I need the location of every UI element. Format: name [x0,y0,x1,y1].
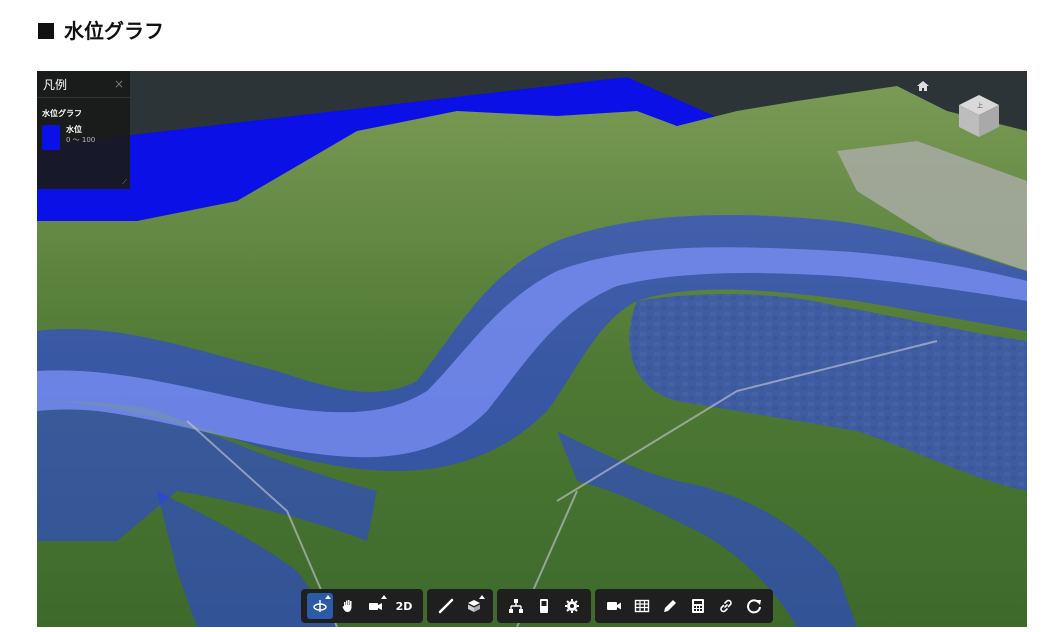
video-camera-icon [607,602,621,610]
link-icon [720,599,732,613]
device-button[interactable] [531,593,557,619]
legend-item: 水位 0 〜 100 [37,119,130,150]
legend-panel: 凡例 × 水位グラフ 水位 0 〜 100 ⟋ [37,71,130,189]
pencil-icon [664,600,676,612]
navigation-cube-icon[interactable]: 上 [955,91,1003,141]
toolbar-group-measure [427,589,493,623]
rotate-icon [313,600,327,612]
device-icon [540,599,548,613]
calculator-button[interactable] [685,593,711,619]
toolbar-group-actions [595,589,773,623]
mode-2d-button[interactable]: 2D [391,593,417,619]
hierarchy-icon [509,599,523,613]
bottom-toolbar: 2D [301,589,773,623]
pan-button[interactable] [335,593,361,619]
ruler-icon [438,598,454,614]
settings-button[interactable] [559,593,585,619]
layer-button[interactable] [461,593,487,619]
camera-move-button[interactable] [363,593,389,619]
settings-icon [565,599,579,613]
legend-item-label: 水位 [66,125,82,134]
box-layer-icon [468,600,480,612]
close-icon[interactable]: × [114,77,124,91]
link-button[interactable] [713,593,739,619]
draw-button[interactable] [657,593,683,619]
legend-layer-name: 水位グラフ [42,109,82,118]
rotate-button[interactable] [307,593,333,619]
toolbar-group-tools [497,589,591,623]
hierarchy-button[interactable] [503,593,529,619]
page-title-text: 水位グラフ [64,19,164,43]
legend-item-range: 0 〜 100 [66,136,96,144]
legend-swatch [42,125,60,150]
terrain-scene[interactable] [37,71,1027,627]
table-button[interactable] [629,593,655,619]
calculator-icon [692,599,704,613]
refresh-button[interactable] [741,593,767,619]
submenu-indicator-icon [479,595,485,599]
table-icon [634,599,650,613]
home-icon[interactable] [916,79,930,93]
toolbar-group-navigation: 2D [301,589,423,623]
measure-button[interactable] [433,593,459,619]
mode-2d-label: 2D [395,599,413,613]
svg-text:上: 上 [977,102,983,110]
refresh-icon [747,599,761,614]
map-3d-viewer[interactable]: 凡例 × 水位グラフ 水位 0 〜 100 ⟋ 上 2D [37,71,1027,627]
record-button[interactable] [601,593,627,619]
submenu-indicator-icon [325,595,331,599]
legend-title: 凡例 [43,77,68,92]
page-title: 水位グラフ [38,16,164,46]
hand-icon [342,600,352,612]
title-square-icon [38,23,54,39]
legend-header: 凡例 × [37,71,130,98]
camera-move-icon [369,603,382,610]
submenu-indicator-icon [381,595,387,599]
resize-handle-icon[interactable]: ⟋ [122,178,127,187]
